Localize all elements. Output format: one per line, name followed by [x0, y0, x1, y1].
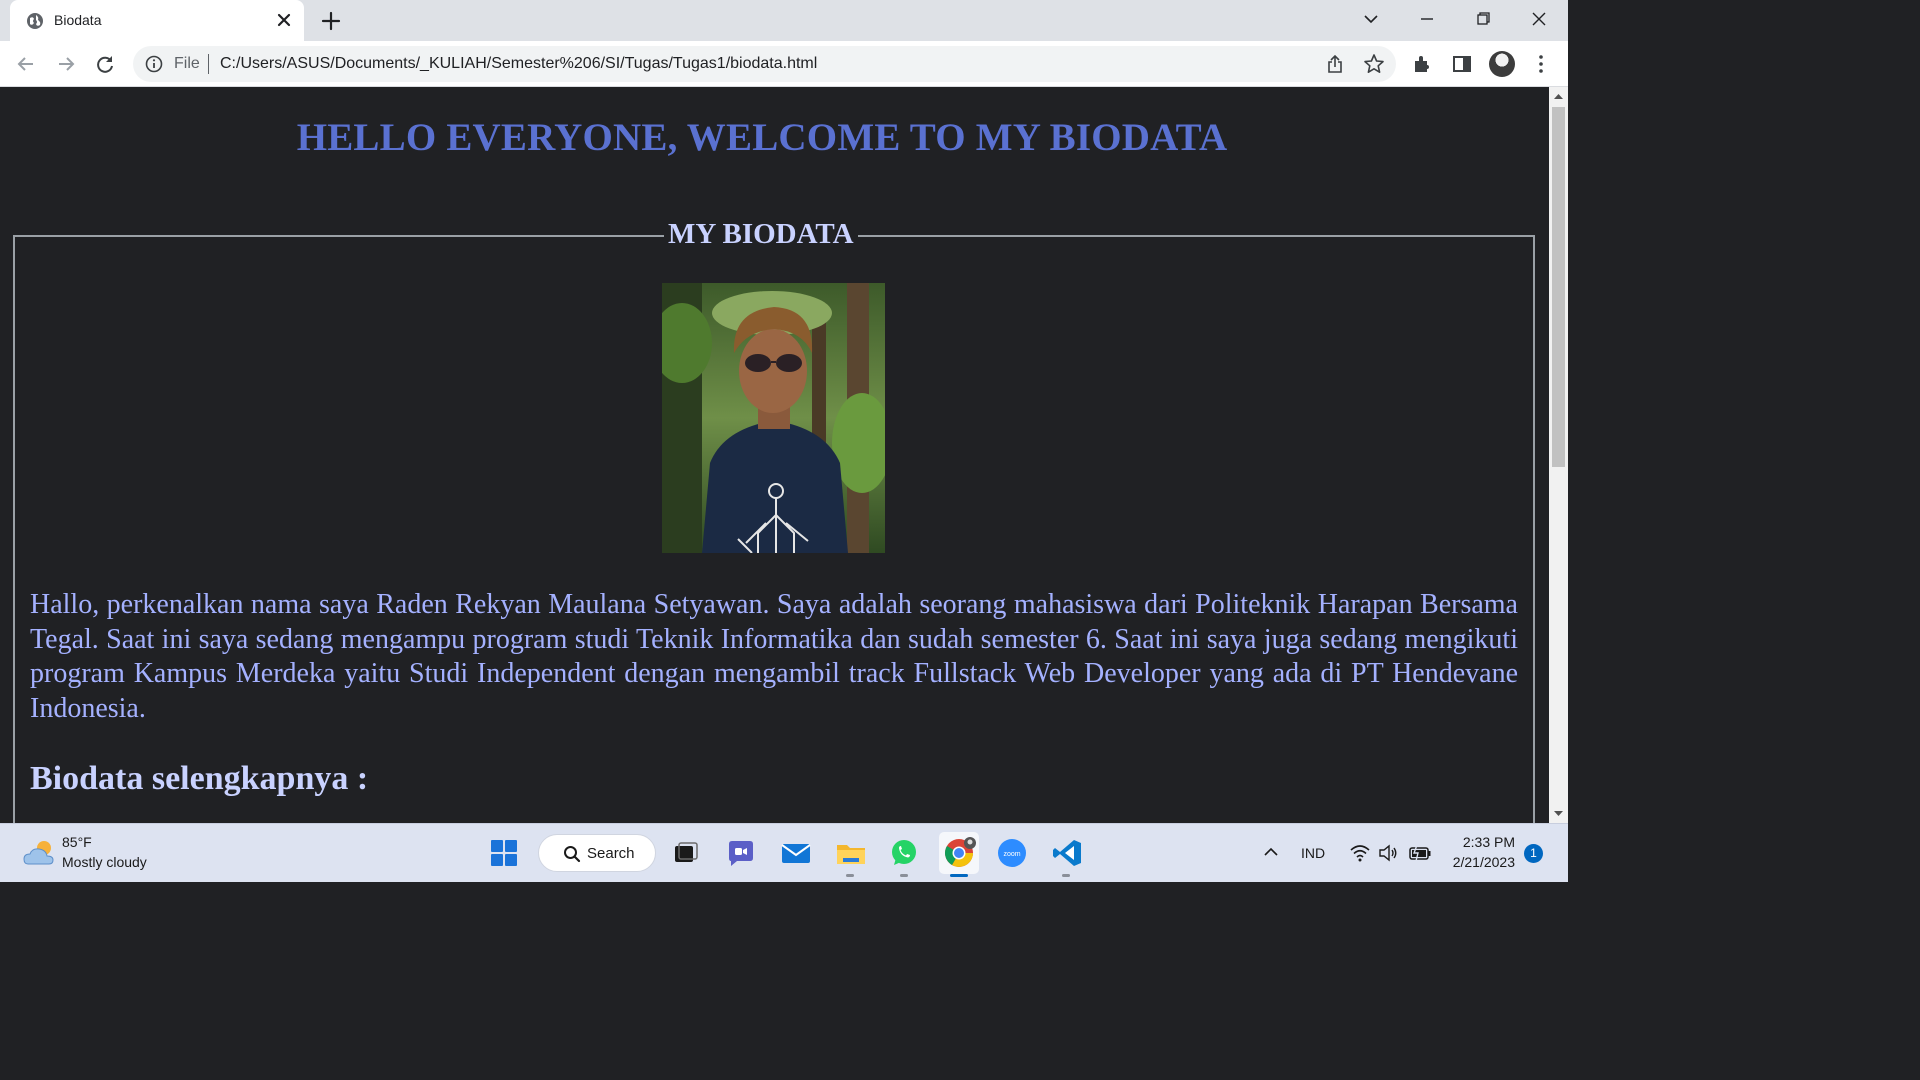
clock-time[interactable]: 2:33 PM	[1445, 834, 1515, 850]
wifi-icon[interactable]	[1350, 843, 1370, 863]
tab-title: Biodata	[54, 12, 102, 28]
file-explorer-icon[interactable]	[834, 836, 868, 870]
tab-strip: Biodata	[0, 0, 1568, 41]
whatsapp-icon[interactable]	[887, 836, 921, 870]
share-icon[interactable]	[1324, 53, 1346, 75]
language-indicator[interactable]: IND	[1301, 845, 1325, 861]
back-icon[interactable]	[15, 53, 37, 75]
search-label: Search	[587, 845, 635, 862]
teams-chat-icon[interactable]	[724, 836, 758, 870]
volume-icon[interactable]	[1378, 843, 1398, 863]
vscode-running-indicator	[1062, 874, 1070, 877]
chrome-icon	[945, 837, 976, 867]
search-icon	[564, 846, 581, 863]
svg-text:zoom: zoom	[1003, 851, 1020, 858]
vertical-scrollbar[interactable]	[1549, 87, 1568, 823]
notification-badge[interactable]: 1	[1524, 844, 1543, 863]
browser-toolbar: File C:/Users/ASUS/Documents/_KULIAH/Sem…	[0, 41, 1568, 87]
url-text[interactable]: C:/Users/ASUS/Documents/_KULIAH/Semester…	[220, 55, 817, 73]
biodata-subheading: Biodata selengkapnya :	[30, 760, 369, 797]
menu-icon[interactable]	[1530, 53, 1552, 75]
restore-icon[interactable]	[1470, 8, 1496, 30]
biodata-legend: MY BIODATA	[664, 218, 858, 251]
windows-start-icon[interactable]	[490, 839, 518, 867]
battery-charging-icon[interactable]	[1408, 843, 1432, 863]
minimize-icon[interactable]	[1414, 8, 1440, 30]
new-tab-icon[interactable]	[320, 10, 342, 32]
profile-avatar[interactable]	[1489, 51, 1515, 77]
weather-temperature[interactable]: 85°F	[62, 834, 92, 850]
close-tab-icon[interactable]	[274, 10, 294, 30]
close-window-icon[interactable]	[1526, 8, 1552, 30]
forward-icon[interactable]	[55, 53, 77, 75]
star-icon[interactable]	[1363, 53, 1385, 75]
zoom-icon[interactable]: zoom	[995, 836, 1029, 870]
cloudy-weather-icon[interactable]	[22, 838, 56, 868]
chevron-up-icon[interactable]	[1263, 844, 1279, 860]
tab-search-icon[interactable]	[1358, 8, 1384, 30]
page-heading: HELLO EVERYONE, WELCOME TO MY BIODATA	[296, 116, 1228, 159]
weather-description[interactable]: Mostly cloudy	[62, 854, 147, 870]
taskbar-search[interactable]: Search	[538, 834, 656, 872]
vscode-icon[interactable]	[1050, 836, 1084, 870]
scroll-down-icon[interactable]	[1553, 808, 1564, 819]
chrome-app-button[interactable]	[939, 832, 979, 874]
url-scheme: File	[174, 55, 200, 72]
explorer-running-indicator	[846, 874, 854, 877]
bio-paragraph: Hallo, perkenalkan nama saya Raden Rekya…	[30, 589, 1518, 724]
scroll-up-icon[interactable]	[1553, 91, 1564, 102]
page-viewport: HELLO EVERYONE, WELCOME TO MY BIODATA MY…	[0, 87, 1549, 823]
tab-biodata[interactable]: Biodata	[10, 0, 304, 41]
profile-photo	[662, 283, 885, 553]
address-bar[interactable]: File C:/Users/ASUS/Documents/_KULIAH/Sem…	[133, 46, 1396, 82]
clock-date[interactable]: 2/21/2023	[1445, 854, 1515, 870]
chrome-active-indicator	[950, 874, 968, 877]
scrollbar-thumb[interactable]	[1552, 107, 1565, 467]
whatsapp-running-indicator	[900, 874, 908, 877]
info-icon[interactable]	[145, 55, 163, 73]
taskbar: 85°F Mostly cloudy Search zoom IND 2:33 …	[0, 823, 1568, 882]
globe-icon	[27, 13, 43, 29]
url-separator	[208, 54, 209, 74]
task-view-icon[interactable]	[668, 836, 702, 870]
side-panel-icon[interactable]	[1451, 53, 1473, 75]
mail-icon[interactable]	[779, 836, 813, 870]
extensions-icon[interactable]	[1412, 53, 1434, 75]
reload-icon[interactable]	[94, 53, 116, 75]
